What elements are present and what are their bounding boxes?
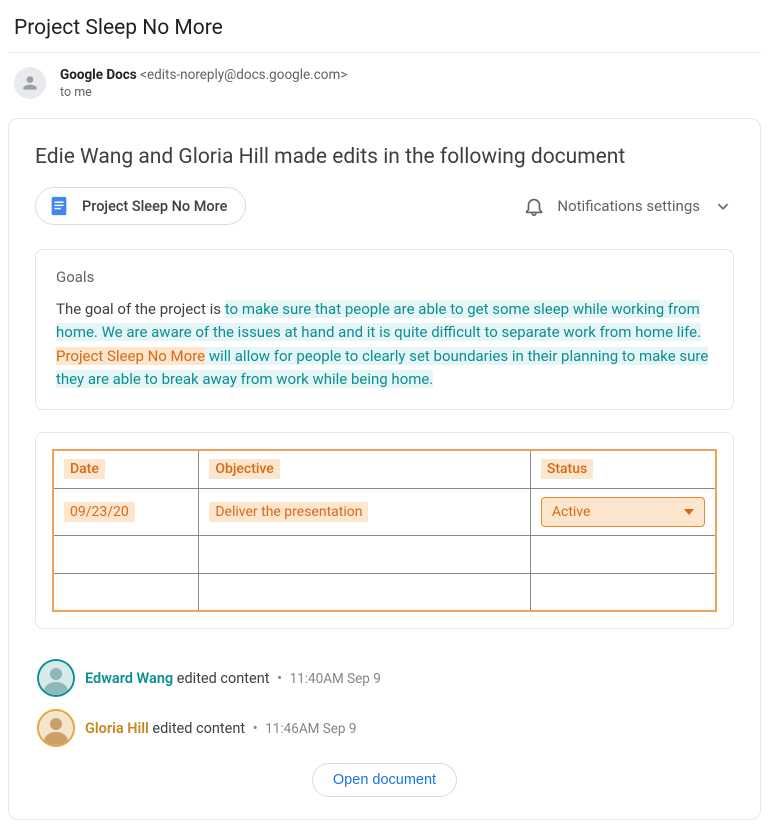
chevron-down-icon <box>712 195 734 217</box>
bell-icon <box>523 195 545 217</box>
cell-status: Active <box>530 488 716 535</box>
editor-activity: Gloria Hill edited content • 11:46AM Sep… <box>35 703 734 753</box>
notification-card: Edie Wang and Gloria Hill made edits in … <box>8 118 761 820</box>
avatar <box>39 711 73 745</box>
table-row <box>53 573 716 611</box>
sender-avatar-icon <box>14 67 46 99</box>
editor-name[interactable]: Edward Wang <box>85 670 173 687</box>
objectives-table: Date Objective Status 09/23/20 Deliver t… <box>52 449 717 612</box>
notifications-label: Notifications settings <box>557 197 700 215</box>
sender-line: Google Docs <edits-noreply@docs.google.c… <box>60 67 347 83</box>
editor-timestamp: 11:46AM Sep 9 <box>265 721 356 737</box>
goals-title: Goals <box>56 268 713 286</box>
editor-timestamp: 11:40AM Sep 9 <box>290 671 381 687</box>
sender-name: Google Docs <box>60 67 137 83</box>
document-chip-label: Project Sleep No More <box>82 198 227 215</box>
col-date: Date <box>53 450 199 488</box>
table-header-row: Date Objective Status <box>53 450 716 488</box>
notifications-settings[interactable]: Notifications settings <box>523 195 734 217</box>
col-status: Status <box>530 450 716 488</box>
sender-row: Google Docs <edits-noreply@docs.google.c… <box>8 67 761 100</box>
table-row <box>53 535 716 573</box>
separator-dot: • <box>249 720 262 737</box>
card-headline: Edie Wang and Gloria Hill made edits in … <box>35 145 734 169</box>
status-dropdown[interactable]: Active <box>541 497 705 527</box>
avatar <box>39 661 73 695</box>
recipient-line[interactable]: to me <box>60 85 347 100</box>
sender-email: <edits-noreply@docs.google.com> <box>140 67 347 83</box>
open-document-button[interactable]: Open document <box>312 763 457 797</box>
triangle-down-icon <box>684 509 694 515</box>
cell-objective: Deliver the presentation <box>199 488 531 535</box>
table-section: Date Objective Status 09/23/20 Deliver t… <box>35 432 734 629</box>
editor-activity: Edward Wang edited content • 11:40AM Sep… <box>35 653 734 703</box>
editor-action: edited content <box>177 670 270 687</box>
goals-body: The goal of the project is to make sure … <box>56 298 713 391</box>
docs-icon <box>48 195 70 217</box>
table-row: 09/23/20 Deliver the presentation Active <box>53 488 716 535</box>
goals-highlight-orange: Project Sleep No More <box>56 347 205 365</box>
editor-name[interactable]: Gloria Hill <box>85 720 149 737</box>
email-subject: Project Sleep No More <box>8 10 761 53</box>
goals-section: Goals The goal of the project is to make… <box>35 249 734 410</box>
cell-date: 09/23/20 <box>53 488 199 535</box>
goals-prefix: The goal of the project is <box>56 300 225 318</box>
status-value: Active <box>552 504 591 520</box>
editor-action: edited content <box>152 720 245 737</box>
separator-dot: • <box>273 670 286 687</box>
document-chip[interactable]: Project Sleep No More <box>35 187 246 225</box>
col-objective: Objective <box>199 450 531 488</box>
